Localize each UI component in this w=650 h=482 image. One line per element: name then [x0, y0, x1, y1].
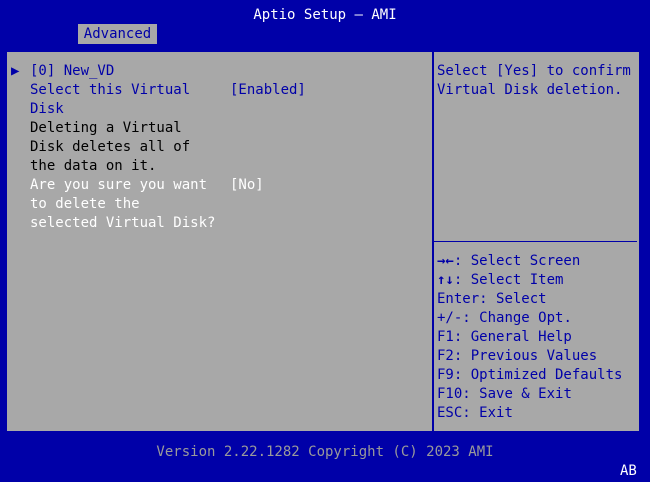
key-hint-desc: : Select Screen: [453, 253, 581, 269]
key-name: F2: [437, 348, 454, 364]
key-hint-help: F1: General Help: [437, 328, 572, 347]
corner-label: AB: [620, 463, 637, 479]
confirm-delete-label[interactable]: Are you sure you want: [30, 176, 207, 195]
confirm-delete-label-cont[interactable]: selected Virtual Disk?: [30, 214, 215, 233]
help-divider-horizontal: [434, 241, 637, 242]
key-hint-exit: ESC: Exit: [437, 404, 513, 423]
help-text-line: Virtual Disk deletion.: [437, 82, 623, 98]
key-name: F1: [437, 329, 454, 345]
select-vd-value[interactable]: [Enabled]: [230, 81, 306, 100]
key-hint-desc: : Previous Values: [453, 348, 598, 364]
info-text-line: Deleting a Virtual: [30, 120, 182, 136]
info-text-line: Disk deletes all of: [30, 139, 191, 155]
info-text-line: the data on it.: [30, 158, 157, 174]
key-name: ESC: [437, 405, 463, 421]
tab-advanced[interactable]: Advanced: [78, 24, 157, 44]
key-hint-desc: : Exit: [462, 405, 513, 421]
help-text-line: Select [Yes] to confirm: [437, 63, 631, 79]
arrows-lr-icon: →←: [437, 253, 454, 269]
arrows-ud-icon: ↑↓: [437, 272, 454, 288]
key-name: F10: [437, 386, 463, 402]
key-hint-desc: : Optimized Defaults: [453, 367, 623, 383]
virtual-disk-entry[interactable]: [0] New_VD: [30, 62, 114, 81]
select-vd-label[interactable]: Select this Virtual: [30, 81, 190, 100]
key-name: F9: [437, 367, 454, 383]
key-hint-desc: : Select Item: [453, 272, 564, 288]
key-hint-desc: : Change Opt.: [462, 310, 572, 326]
key-name: +/-: [437, 310, 463, 326]
select-vd-label-cont[interactable]: Disk: [30, 100, 64, 119]
key-hint-select-screen: →←: Select Screen: [437, 252, 580, 271]
key-hint-desc: : Select: [479, 291, 547, 307]
key-hint-desc: : Save & Exit: [462, 386, 572, 402]
window-title: Aptio Setup – AMI: [253, 7, 397, 23]
key-hint-save-exit: F10: Save & Exit: [437, 385, 572, 404]
key-hint-defaults: F9: Optimized Defaults: [437, 366, 622, 385]
key-name: Enter: [437, 291, 480, 307]
key-hint-change: +/-: Change Opt.: [437, 309, 572, 328]
confirm-delete-value[interactable]: [No]: [230, 176, 264, 195]
key-hint-select-item: ↑↓: Select Item: [437, 271, 563, 290]
key-hint-desc: : General Help: [453, 329, 572, 345]
selection-arrow-icon: ▶: [11, 63, 20, 79]
key-hint-enter: Enter: Select: [437, 290, 547, 309]
key-hint-previous: F2: Previous Values: [437, 347, 597, 366]
version-footer: Version 2.22.1282 Copyright (C) 2023 AMI: [156, 444, 494, 460]
confirm-delete-label-cont[interactable]: to delete the: [30, 195, 140, 214]
